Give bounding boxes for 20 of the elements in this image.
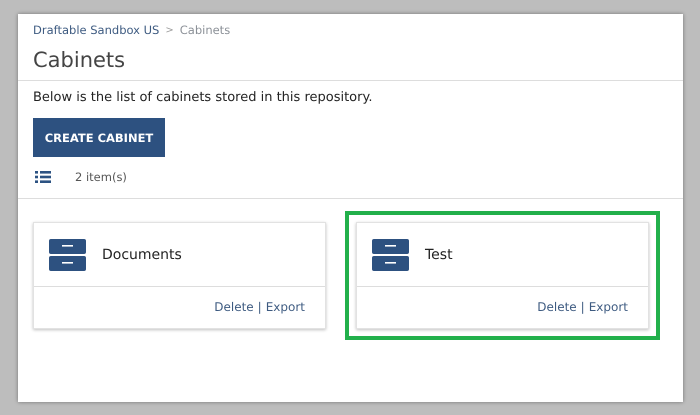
item-count: 2 item(s) [75,170,127,184]
action-link[interactable]: Export [266,300,305,314]
page-title: Cabinets [33,47,126,73]
description-text: Below is the list of cabinets stored in this repository. [33,89,374,107]
cabinet-card[interactable]: Test Delete | Export [356,222,649,329]
cabinet-name: Documents [102,246,182,262]
breadcrumb-separator: > [165,24,174,36]
breadcrumb-link[interactable]: Draftable Sandbox US [33,23,160,37]
create-cabinet-button[interactable]: CREATE CABINET [33,118,165,157]
action-link[interactable]: Export [588,300,628,314]
action-separator: | [580,300,585,314]
breadcrumb-current: Cabinets [180,23,230,37]
action-separator: | [258,300,262,314]
list-view-icon[interactable] [35,171,51,183]
cabinet-icon [372,238,409,270]
cabinet-name: Test [425,246,453,262]
cabinet-icon [49,238,86,270]
action-link[interactable]: Delete [537,300,577,314]
cabinet-card[interactable]: Documents Delete | Export [33,222,326,329]
action-link[interactable]: Delete [214,300,254,314]
